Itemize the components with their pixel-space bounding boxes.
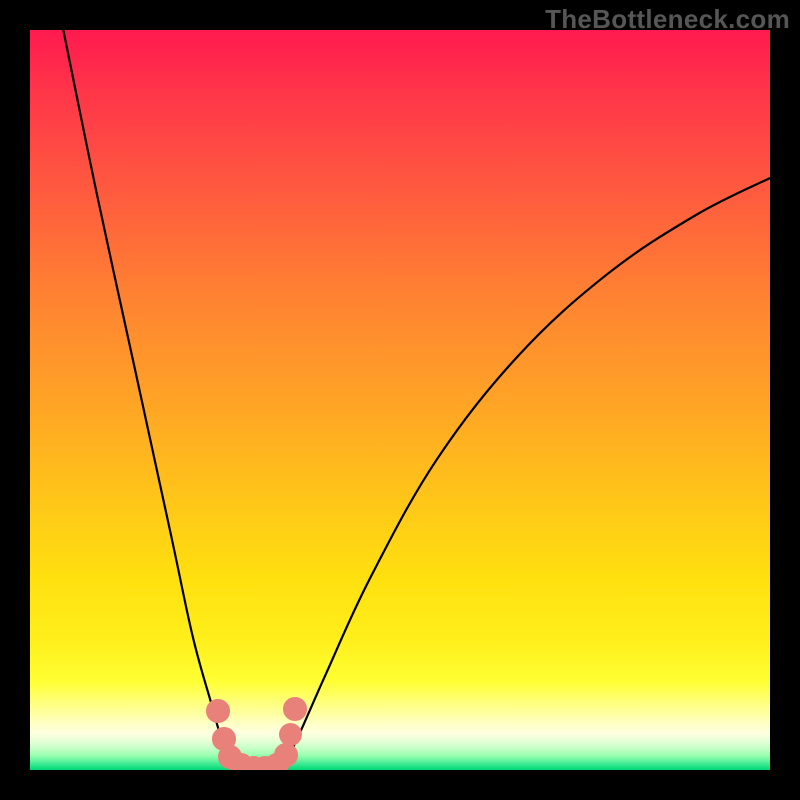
data-marker <box>274 743 298 767</box>
chart-container: TheBottleneck.com <box>0 0 800 800</box>
watermark-text: TheBottleneck.com <box>545 4 790 35</box>
marker-layer <box>30 30 770 770</box>
data-marker <box>206 699 230 723</box>
data-marker <box>279 723 303 747</box>
data-marker <box>283 697 307 721</box>
plot-area <box>30 30 770 770</box>
